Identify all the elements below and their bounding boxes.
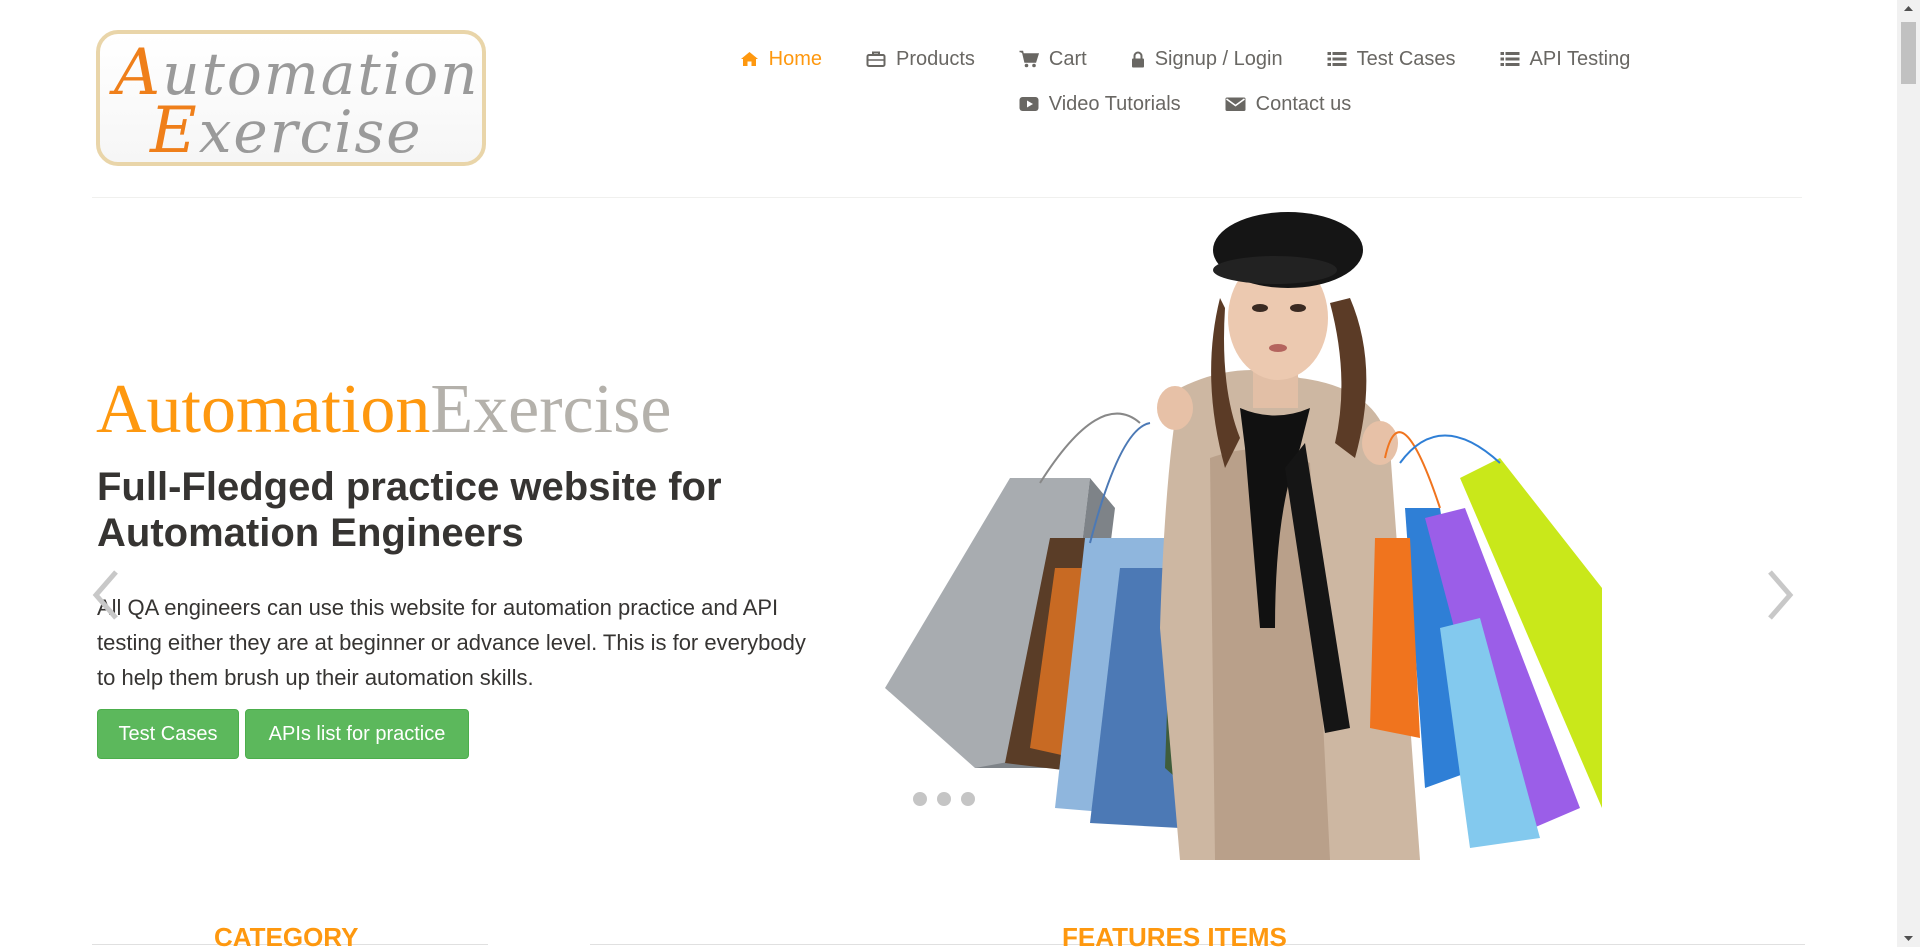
list-icon: [1327, 52, 1347, 66]
main-nav: Home Products Cart Signup / Login Test C…: [690, 44, 1680, 119]
scroll-down-arrow-icon[interactable]: [1897, 930, 1920, 947]
nav-item-products[interactable]: Products: [866, 44, 975, 74]
slider-subtitle: Full-Fledged practice website for Automa…: [97, 465, 722, 555]
nav-label-video-tutorials: Video Tutorials: [1048, 92, 1181, 115]
nav-label-cart: Cart: [1048, 47, 1087, 70]
nav-label-home: Home: [768, 47, 822, 70]
nav-item-contact-us[interactable]: Contact us: [1225, 89, 1352, 119]
list-icon: [1500, 52, 1520, 66]
carousel-next-arrow-icon[interactable]: [1764, 570, 1796, 620]
site-logo[interactable]: Automation Exercise: [96, 30, 486, 166]
nav-item-cart[interactable]: Cart: [1019, 44, 1087, 74]
nav-item-api-testing[interactable]: API Testing: [1500, 44, 1631, 74]
cart-icon: [1019, 50, 1039, 68]
briefcase-icon: [866, 51, 886, 67]
youtube-play-icon: [1019, 97, 1039, 111]
nav-row-1: Home Products Cart Signup / Login Test C…: [690, 44, 1680, 74]
nav-row-2: Video Tutorials Contact us: [690, 89, 1680, 119]
test-cases-button[interactable]: Test Cases: [97, 709, 239, 759]
nav-item-home[interactable]: Home: [740, 44, 822, 74]
category-heading: CATEGORY: [214, 922, 359, 947]
envelope-icon: [1225, 97, 1246, 111]
nav-label-contact-us: Contact us: [1255, 92, 1352, 115]
nav-label-signup-login: Signup / Login: [1154, 47, 1283, 70]
carousel-dot-2[interactable]: [937, 792, 951, 806]
page: Automation Exercise Home Products Cart S…: [0, 0, 1920, 947]
scrollbar-thumb[interactable]: [1901, 22, 1916, 84]
nav-item-video-tutorials[interactable]: Video Tutorials: [1019, 89, 1181, 119]
lock-icon: [1131, 51, 1144, 67]
carousel-prev-arrow-icon[interactable]: [90, 570, 122, 620]
nav-label-products: Products: [895, 47, 975, 70]
nav-item-test-cases[interactable]: Test Cases: [1327, 44, 1456, 74]
logo-line-2: Exercise: [150, 94, 423, 166]
nav-label-test-cases: Test Cases: [1356, 47, 1456, 70]
carousel-indicators: [913, 792, 975, 806]
header-divider: [92, 197, 1802, 198]
nav-label-api-testing: API Testing: [1529, 47, 1631, 70]
slider-brand-title: AutomationExercise: [96, 371, 672, 448]
nav-item-signup-login[interactable]: Signup / Login: [1131, 44, 1283, 74]
carousel-dot-3[interactable]: [961, 792, 975, 806]
features-items-heading: FEATURES ITEMS: [1062, 922, 1287, 947]
slider-description: All QA engineers can use this website fo…: [97, 595, 806, 690]
apis-list-button[interactable]: APIs list for practice: [245, 709, 469, 759]
hero-shopping-woman-image: [885, 212, 1602, 860]
vertical-scrollbar[interactable]: [1897, 0, 1920, 947]
carousel-dot-1[interactable]: [913, 792, 927, 806]
scroll-up-arrow-icon[interactable]: [1897, 0, 1920, 17]
home-icon: [740, 52, 758, 66]
